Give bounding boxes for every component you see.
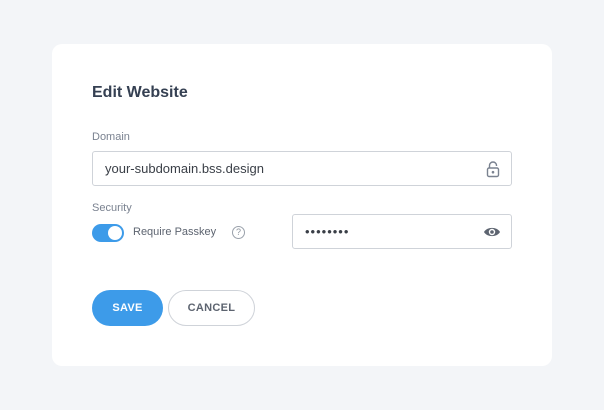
save-button[interactable]: SAVE (92, 290, 163, 326)
lock-icon (486, 161, 500, 178)
eye-icon[interactable] (483, 225, 501, 239)
passkey-input[interactable] (293, 215, 511, 248)
domain-label: Domain (92, 131, 130, 143)
domain-input[interactable] (93, 152, 511, 185)
require-passkey-toggle[interactable] (92, 224, 124, 242)
require-passkey-label: Require Passkey (133, 226, 217, 238)
domain-field (92, 151, 512, 186)
edit-website-card: Edit Website Domain Security Require Pas… (52, 44, 552, 366)
help-icon[interactable]: ? (232, 226, 245, 239)
cancel-button[interactable]: CANCEL (168, 290, 255, 326)
toggle-knob (108, 226, 122, 240)
page-title: Edit Website (92, 84, 188, 101)
security-label: Security (92, 202, 132, 214)
passkey-field (292, 214, 512, 249)
